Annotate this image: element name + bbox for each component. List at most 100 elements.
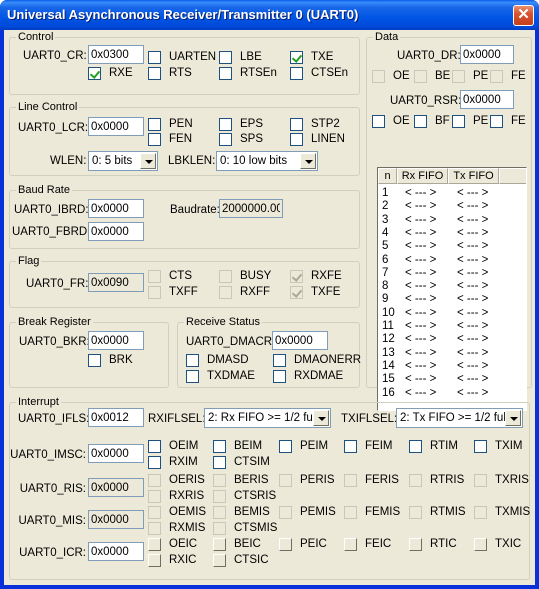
rxiflsel-select[interactable]: 2: Rx FIFO >= 1/2 full <box>204 408 331 428</box>
fifo-row[interactable]: 5 < --- > < --- > <box>378 240 526 253</box>
checkbox-box[interactable] <box>88 354 101 367</box>
dmacr-dmaonerr-checkbox[interactable]: DMAONERR <box>273 354 361 368</box>
fifo-col-rx[interactable]: Rx FIFO <box>397 168 448 184</box>
irq-rtim-checkbox[interactable]: RTIM <box>409 440 458 454</box>
fifo-row[interactable]: 7 < --- > < --- > <box>378 267 526 280</box>
checkmark-icon[interactable] <box>88 67 101 80</box>
checkbox-box[interactable] <box>148 51 161 64</box>
lcr-linen-checkbox[interactable]: LINEN <box>290 133 345 147</box>
checkbox-box[interactable] <box>279 538 292 551</box>
checkbox-box[interactable] <box>148 133 161 146</box>
uart0-rsr-input[interactable] <box>460 90 514 109</box>
fifo-row[interactable]: 11 < --- > < --- > <box>378 320 526 333</box>
lcr-pen-checkbox[interactable]: PEN <box>148 118 193 132</box>
checkbox-box[interactable] <box>273 370 286 383</box>
rsr-oe-checkbox[interactable]: OE <box>372 115 410 129</box>
checkbox-box[interactable] <box>290 67 303 80</box>
checkbox-box[interactable] <box>279 440 292 453</box>
uart0-cr-input[interactable] <box>88 45 144 64</box>
fifo-row[interactable]: 4 < --- > < --- > <box>378 227 526 240</box>
irq-txic-checkbox[interactable]: TXIC <box>474 538 521 552</box>
checkbox-box[interactable] <box>213 440 226 453</box>
checkbox-box[interactable] <box>290 133 303 146</box>
checkbox-box[interactable] <box>148 67 161 80</box>
lcr-eps-checkbox[interactable]: EPS <box>219 118 263 132</box>
fifo-row[interactable]: 13 < --- > < --- > <box>378 347 526 360</box>
close-button[interactable]: ✕ <box>513 5 534 26</box>
checkbox-box[interactable] <box>219 118 232 131</box>
control-rxe-checkbox[interactable]: RXE <box>88 67 133 81</box>
checkbox-box[interactable] <box>474 538 487 551</box>
checkbox-box[interactable] <box>344 538 357 551</box>
irq-rxic-checkbox[interactable]: RXIC <box>148 554 196 568</box>
irq-feim-checkbox[interactable]: FEIM <box>344 440 392 454</box>
checkbox-box[interactable] <box>148 440 161 453</box>
control-ctsen-checkbox[interactable]: CTSEn <box>290 67 348 81</box>
uart0-imsc-input[interactable] <box>88 444 144 463</box>
checkbox-box[interactable] <box>409 538 422 551</box>
checkbox-box[interactable] <box>490 115 503 128</box>
irq-beic-checkbox[interactable]: BEIC <box>213 538 261 552</box>
fifo-row[interactable]: 9 < --- > < --- > <box>378 293 526 306</box>
checkbox-box[interactable] <box>290 118 303 131</box>
fifo-row[interactable]: 2 < --- > < --- > <box>378 200 526 213</box>
checkbox-box[interactable] <box>186 370 199 383</box>
checkbox-box[interactable] <box>148 538 161 551</box>
checkbox-box[interactable] <box>273 354 286 367</box>
fifo-row[interactable]: 15 < --- > < --- > <box>378 373 526 386</box>
control-uarten-checkbox[interactable]: UARTEN <box>148 51 216 65</box>
checkbox-box[interactable] <box>409 440 422 453</box>
chevron-down-icon[interactable] <box>140 153 156 169</box>
irq-ctsic-checkbox[interactable]: CTSIC <box>213 554 269 568</box>
lcr-sps-checkbox[interactable]: SPS <box>219 133 263 147</box>
irq-oeim-checkbox[interactable]: OEIM <box>148 440 198 454</box>
wlen-select[interactable]: 0: 5 bits <box>88 151 158 171</box>
checkbox-box[interactable] <box>148 456 161 469</box>
uart0-icr-input[interactable] <box>88 542 144 561</box>
uart0-ifls-input[interactable] <box>88 408 144 427</box>
rsr-pe-checkbox[interactable]: PE <box>452 115 488 129</box>
fifo-row[interactable]: 8 < --- > < --- > <box>378 280 526 293</box>
checkmark-icon[interactable] <box>290 51 303 64</box>
rsr-bf-checkbox[interactable]: BF <box>414 115 450 129</box>
checkbox-box[interactable] <box>148 118 161 131</box>
irq-rtic-checkbox[interactable]: RTIC <box>409 538 457 552</box>
irq-peim-checkbox[interactable]: PEIM <box>279 440 328 454</box>
fifo-list[interactable]: n Rx FIFO Tx FIFO 1 < --- > < --- >2 < --- … <box>377 167 527 411</box>
checkbox-box[interactable] <box>186 354 199 367</box>
checkbox-box[interactable] <box>213 538 226 551</box>
dmacr-rxdmae-checkbox[interactable]: RXDMAE <box>273 370 343 384</box>
chevron-down-icon[interactable] <box>505 410 521 426</box>
dmacr-dmasd-checkbox[interactable]: DMASD <box>186 354 249 368</box>
checkbox-box[interactable] <box>474 440 487 453</box>
control-rts-checkbox[interactable]: RTS <box>148 67 192 81</box>
lbklen-select[interactable]: 0: 10 low bits <box>216 151 318 171</box>
fifo-row[interactable]: 16 < --- > < --- > <box>378 387 526 400</box>
irq-oeic-checkbox[interactable]: OEIC <box>148 538 197 552</box>
txiflsel-select[interactable]: 2: Tx FIFO >= 1/2 full <box>396 408 523 428</box>
checkbox-box[interactable] <box>344 440 357 453</box>
bkr-brk-checkbox[interactable]: BRK <box>88 354 133 368</box>
irq-rxim-checkbox[interactable]: RXIM <box>148 456 198 470</box>
irq-ctsim-checkbox[interactable]: CTSIM <box>213 456 270 470</box>
rsr-fe-checkbox[interactable]: FE <box>490 115 526 129</box>
fifo-row[interactable]: 1 < --- > < --- > <box>378 187 526 200</box>
fifo-row[interactable]: 14 < --- > < --- > <box>378 360 526 373</box>
checkbox-box[interactable] <box>372 115 385 128</box>
lcr-stp2-checkbox[interactable]: STP2 <box>290 118 340 132</box>
chevron-down-icon[interactable] <box>313 410 329 426</box>
checkbox-box[interactable] <box>213 456 226 469</box>
checkbox-box[interactable] <box>213 554 226 567</box>
uart0-fbrd-input[interactable] <box>88 222 144 241</box>
uart0-dmacr-input[interactable] <box>272 331 328 350</box>
uart0-dr-input[interactable] <box>460 45 514 64</box>
irq-txim-checkbox[interactable]: TXIM <box>474 440 522 454</box>
checkbox-box[interactable] <box>219 67 232 80</box>
uart0-lcr-input[interactable] <box>88 117 144 136</box>
checkbox-box[interactable] <box>219 133 232 146</box>
chevron-down-icon[interactable] <box>300 153 316 169</box>
title-bar[interactable]: Universal Asynchronous Receiver/Transmit… <box>0 0 539 30</box>
fifo-row[interactable]: 6 < --- > < --- > <box>378 254 526 267</box>
fifo-col-tx[interactable]: Tx FIFO <box>448 168 499 184</box>
fifo-col-n[interactable]: n <box>378 168 397 184</box>
